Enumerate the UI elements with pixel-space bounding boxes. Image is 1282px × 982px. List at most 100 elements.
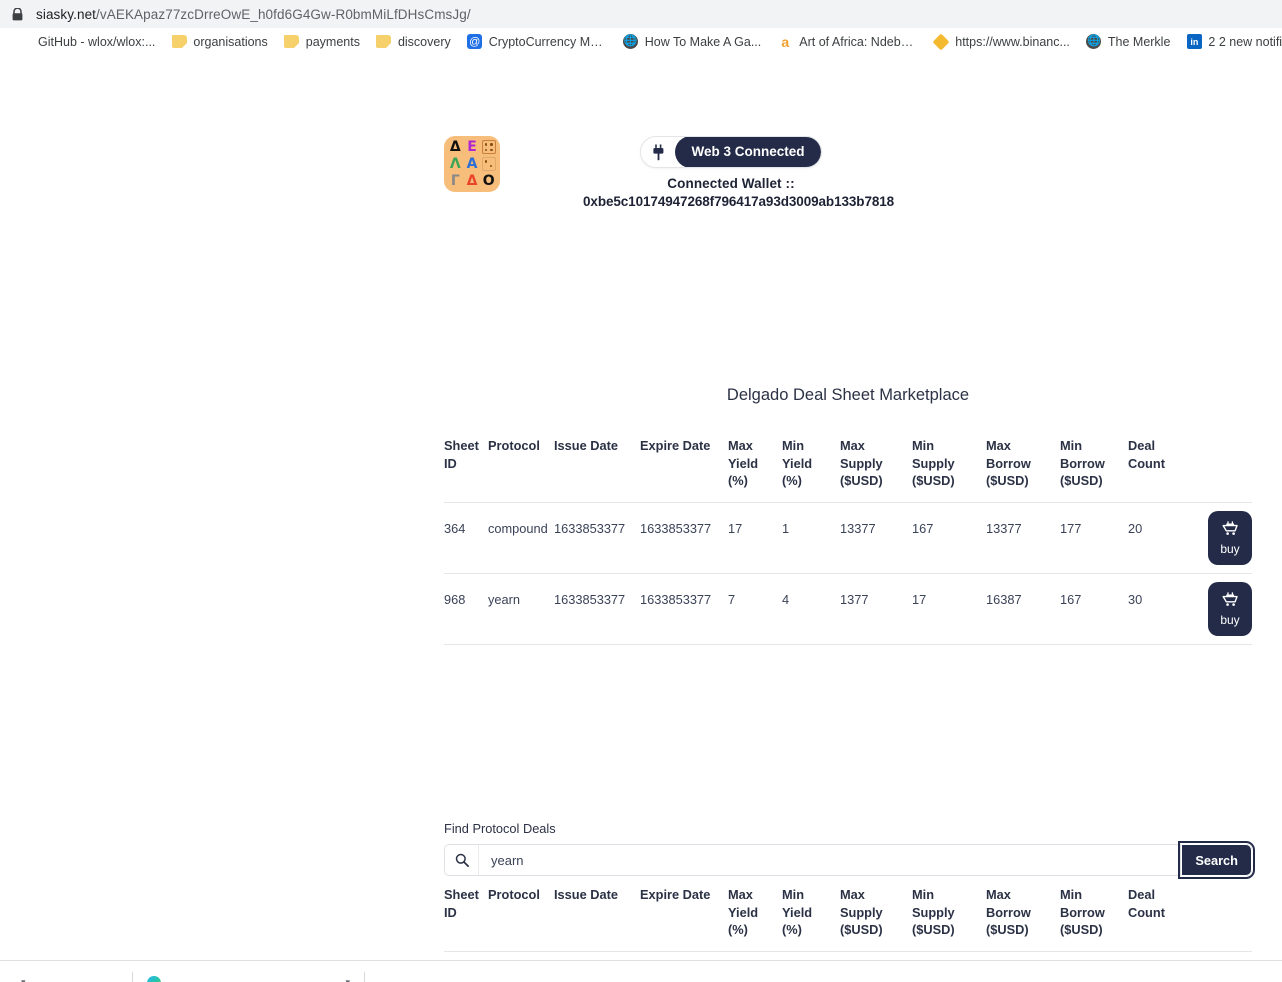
cell-min-supply: 17: [912, 573, 986, 645]
col-max-supply: Max Supply ($USD): [840, 886, 912, 952]
col-max-yield: Max Yield (%): [728, 437, 782, 503]
col-expire-date: Expire Date: [640, 886, 728, 952]
cell-min-borrow: 177: [1060, 502, 1128, 574]
cell-max-borrow: 13377: [986, 502, 1060, 574]
amazon-icon: a: [781, 33, 790, 50]
cell-max-supply: 13377: [840, 502, 912, 574]
wallet-caption: Connected Wallet ::: [667, 176, 795, 191]
wallet-address: 0xbe5c10174947268f796417a93d3009ab133b78…: [583, 194, 895, 209]
col-min-supply: Min Supply ($USD): [912, 437, 986, 503]
bookmark-organisations[interactable]: organisations: [163, 31, 275, 53]
col-min-supply: Min Supply ($USD): [912, 886, 986, 952]
bookmark-label: 2 2 new notification...: [1208, 34, 1282, 49]
bookmark-github[interactable]: GitHub - wlox/wlox:...: [8, 31, 163, 53]
cell-deal-count: 20: [1128, 502, 1190, 574]
logo-glyph-delta-2: Δ: [466, 172, 478, 189]
linkedin-icon: in: [1186, 34, 1202, 50]
cell-issue-date: 1633853377: [554, 573, 640, 645]
col-min-borrow: Min Borrow ($USD): [1060, 886, 1128, 952]
buy-button-label: buy: [1220, 542, 1240, 557]
col-deal-count: Deal Count: [1128, 886, 1190, 952]
globe-icon: [16, 34, 32, 50]
buy-button[interactable]: buy: [1208, 510, 1252, 565]
url-path: /vAEKApaz77zcDrreOwE_h0fd6G4Gw-R0bmMiLfD…: [96, 6, 471, 22]
col-expire-date: Expire Date: [640, 437, 728, 503]
table-row: 364 compound 1633853377 1633853377 17 1 …: [444, 502, 1252, 574]
bookmark-binance[interactable]: https://www.binanc...: [925, 31, 1078, 53]
bookmark-label: Art of Africa: Ndebe...: [799, 34, 918, 49]
url-text: siasky.net/vAEKApaz77zcDrreOwE_h0fd6G4Gw…: [36, 7, 471, 22]
col-sheet-id: Sheet ID: [444, 886, 488, 952]
web3-status-label: Web 3 Connected: [675, 137, 821, 167]
bookmark-cryptocurrency-market[interactable]: @ CryptoCurrency Ma...: [459, 31, 615, 53]
cell-action: buy: [1190, 502, 1252, 574]
folder-icon: [376, 34, 392, 50]
folder-icon: [284, 34, 300, 50]
page-content: Δ E Λ A Γ Δ O Web 3 Connected Connected …: [0, 56, 1282, 982]
col-max-supply: Max Supply ($USD): [840, 437, 912, 503]
shopping-cart-icon: [1222, 591, 1239, 610]
logo-glyph-a: A: [466, 155, 478, 172]
chevron-down-icon: ▾: [21, 977, 26, 982]
logo-glyph-o: O: [482, 172, 495, 189]
status-cell-right[interactable]: ▾: [133, 971, 365, 982]
chevron-down-icon: ▾: [345, 977, 350, 982]
dice-two-icon: [481, 156, 496, 171]
cell-protocol: compound: [488, 502, 554, 574]
col-max-borrow: Max Borrow ($USD): [986, 437, 1060, 503]
bookmark-label: CryptoCurrency Ma...: [488, 34, 607, 49]
col-sheet-id: Sheet ID: [444, 437, 488, 503]
search-input-wrapper: [444, 844, 1182, 876]
address-bar[interactable]: siasky.net/vAEKApaz77zcDrreOwE_h0fd6G4Gw…: [0, 0, 1282, 28]
col-min-yield: Min Yield (%): [782, 437, 840, 503]
url-host: siasky.net: [36, 6, 97, 22]
marketplace-section: Delgado Deal Sheet Marketplace Sheet ID …: [444, 386, 1252, 645]
search-button[interactable]: Search: [1178, 841, 1255, 879]
bookmark-label: payments: [305, 34, 360, 49]
search-input[interactable]: [479, 845, 1181, 875]
col-min-yield: Min Yield (%): [782, 886, 840, 952]
table-row: 968 yearn 1633853377 1633853377 7 4 1377…: [444, 573, 1252, 645]
bookmark-art-of-africa[interactable]: a Art of Africa: Ndebe...: [769, 31, 925, 53]
bookmark-linkedin-notifications[interactable]: in 2 2 new notification...: [1178, 31, 1282, 53]
cell-max-yield: 7: [728, 573, 782, 645]
buy-button-label: buy: [1220, 613, 1240, 628]
marketplace-table: Sheet ID Protocol Issue Date Expire Date…: [444, 437, 1252, 645]
col-action: [1190, 437, 1252, 503]
buy-button[interactable]: buy: [1208, 581, 1252, 636]
cell-min-yield: 1: [782, 502, 840, 574]
cell-min-yield: 4: [782, 573, 840, 645]
col-protocol: Protocol: [488, 886, 554, 952]
at-sign-icon: @: [467, 34, 483, 49]
cell-min-supply: 167: [912, 502, 986, 574]
bookmark-label: How To Make A Ga...: [644, 34, 762, 49]
shopping-cart-icon: [1222, 520, 1239, 539]
col-min-borrow: Min Borrow ($USD): [1060, 437, 1128, 503]
lock-icon: [10, 7, 24, 21]
cell-protocol: yearn: [488, 573, 554, 645]
search-legend: Find Protocol Deals: [444, 821, 556, 836]
col-issue-date: Issue Date: [554, 886, 640, 952]
plug-icon: [641, 144, 669, 161]
status-orb-icon: [147, 975, 161, 982]
status-cell-left[interactable]: ▾: [0, 971, 133, 982]
binance-diamond-icon: [932, 33, 950, 50]
bookmark-label: discovery: [397, 34, 451, 49]
cell-expire-date: 1633853377: [640, 502, 728, 574]
bookmark-label: organisations: [193, 34, 268, 49]
cell-max-supply: 1377: [840, 573, 912, 645]
cell-min-borrow: 167: [1060, 573, 1128, 645]
web3-status-pill[interactable]: Web 3 Connected: [640, 136, 822, 168]
bookmark-how-to-make-a-game[interactable]: 🌐 How To Make A Ga...: [615, 31, 770, 53]
bookmark-label: https://www.binanc...: [955, 34, 1070, 49]
bookmarks-bar: GitHub - wlox/wlox:... organisations pay…: [0, 28, 1282, 56]
bookmark-discovery[interactable]: discovery: [368, 31, 459, 53]
page-title: Delgado Deal Sheet Marketplace: [726, 386, 970, 404]
bookmark-payments[interactable]: payments: [276, 31, 368, 53]
cell-sheet-id: 364: [444, 502, 488, 574]
col-action: [1190, 886, 1252, 952]
table-header-row: Sheet ID Protocol Issue Date Expire Date…: [444, 437, 1252, 503]
bookmark-the-merkle[interactable]: 🌐 The Merkle: [1078, 31, 1179, 53]
cell-issue-date: 1633853377: [554, 502, 640, 574]
brand-logo: Δ E Λ A Γ Δ O: [444, 136, 500, 192]
